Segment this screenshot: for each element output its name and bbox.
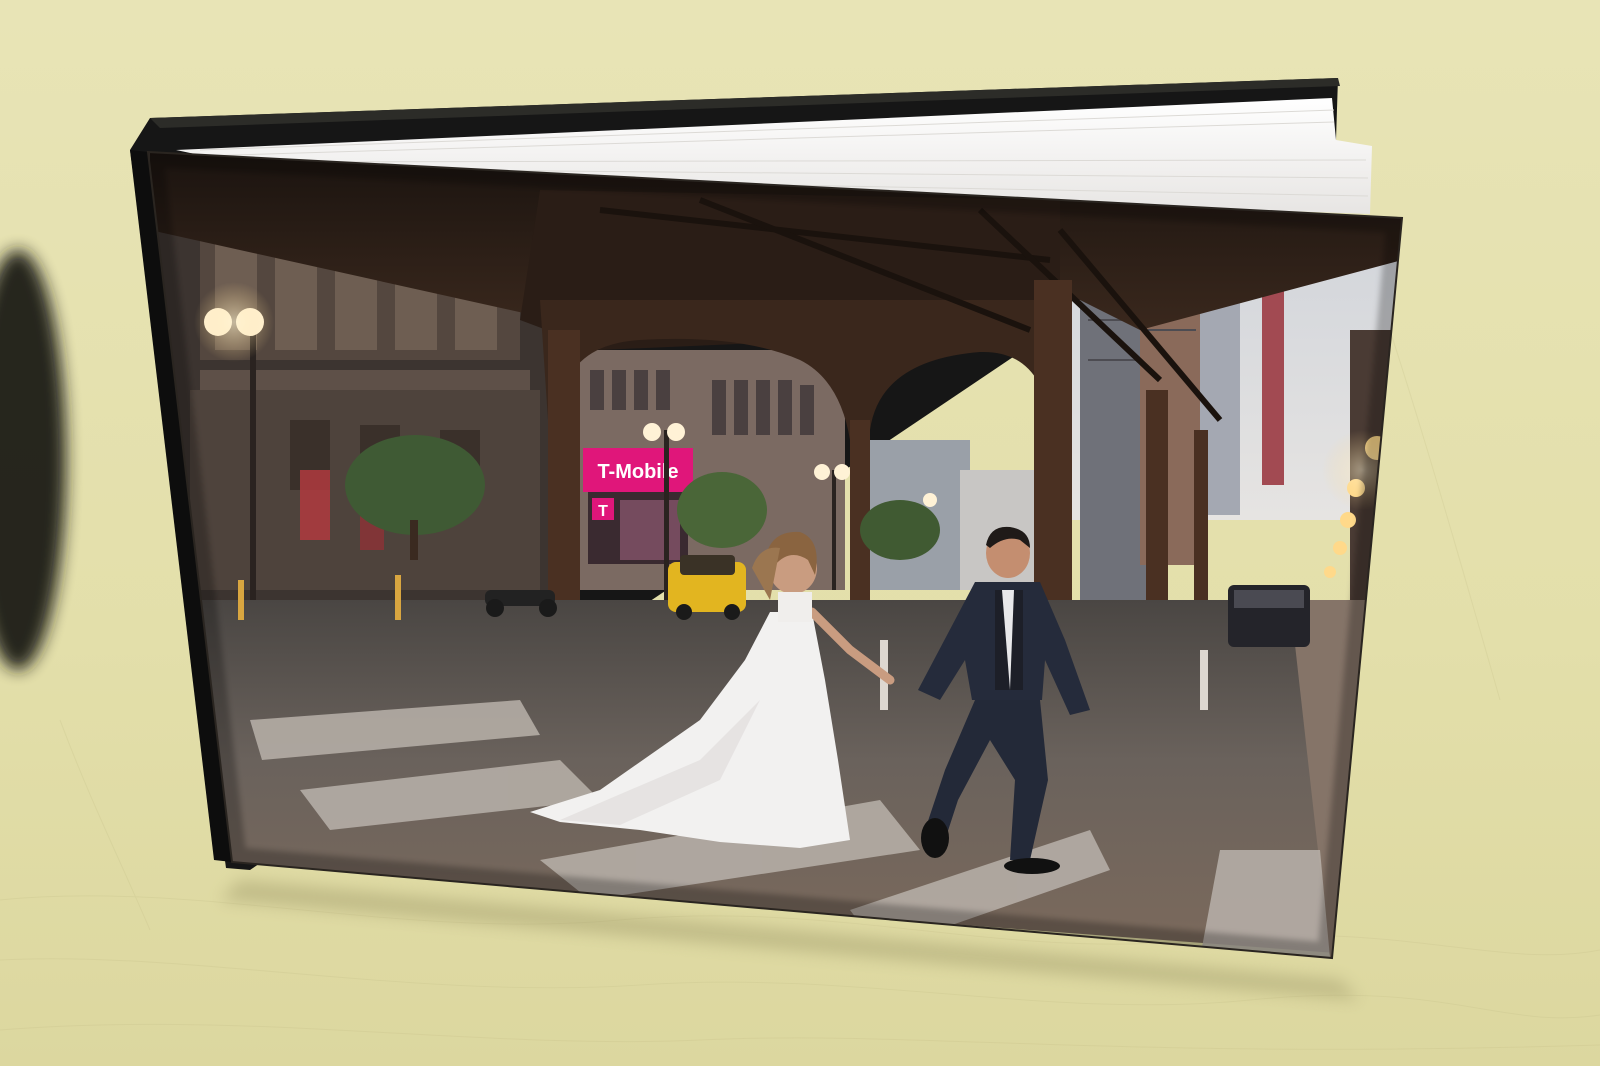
photo-book: T-Mobile T bbox=[130, 78, 1404, 960]
t-mobile-storefront: T-Mobile T bbox=[583, 448, 693, 564]
red-window-panel bbox=[300, 470, 330, 540]
dark-suv bbox=[1228, 585, 1310, 647]
yellow-taxi bbox=[668, 555, 746, 620]
store-logo-text: T bbox=[598, 503, 608, 520]
photo-scene: T-Mobile T bbox=[0, 0, 1600, 1066]
